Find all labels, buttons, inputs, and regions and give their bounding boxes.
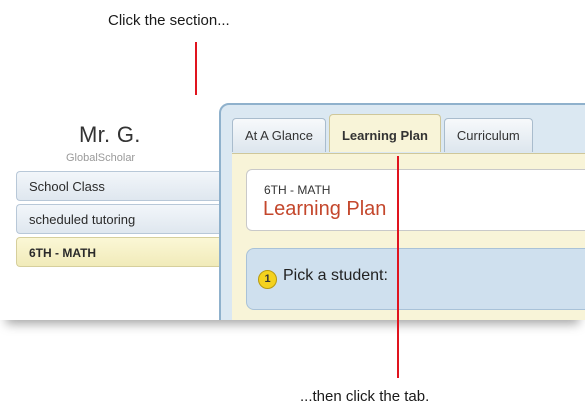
annotation-click-section: Click the section... (108, 12, 230, 29)
step-number-badge: 1 (258, 270, 277, 289)
section-item-6th-math[interactable]: 6TH - MATH (16, 237, 230, 267)
tab-bar: At A Glance Learning Plan Curriculum (232, 114, 536, 152)
step-label: Pick a student: (283, 267, 388, 284)
section-subject-label: 6TH - MATH (264, 183, 331, 197)
tab-content: 6TH - MATH Learning Plan 1 Pick a studen… (232, 153, 585, 320)
brand-label: GlobalScholar (66, 152, 136, 164)
section-list: School Class scheduled tutoring 6TH - MA… (16, 171, 230, 270)
tab-pointer-line (397, 156, 399, 378)
tab-curriculum[interactable]: Curriculum (443, 118, 533, 152)
annotation-click-tab: ...then click the tab. (300, 388, 430, 405)
teacher-name: Mr. G. (79, 122, 141, 147)
page-title: Learning Plan (263, 198, 387, 220)
main-panel: At A Glance Learning Plan Curriculum 6TH… (219, 103, 585, 320)
tab-learning-plan[interactable]: Learning Plan (328, 114, 441, 152)
step-card[interactable]: 1 Pick a student: (246, 248, 585, 310)
section-item-school-class[interactable]: School Class (16, 171, 230, 201)
section-item-scheduled-tutoring[interactable]: scheduled tutoring (16, 204, 230, 234)
page-header-card: 6TH - MATH Learning Plan (246, 169, 585, 231)
tab-at-a-glance[interactable]: At A Glance (232, 118, 326, 152)
app-screenshot: Mr. G. GlobalScholar School Class schedu… (0, 95, 585, 320)
